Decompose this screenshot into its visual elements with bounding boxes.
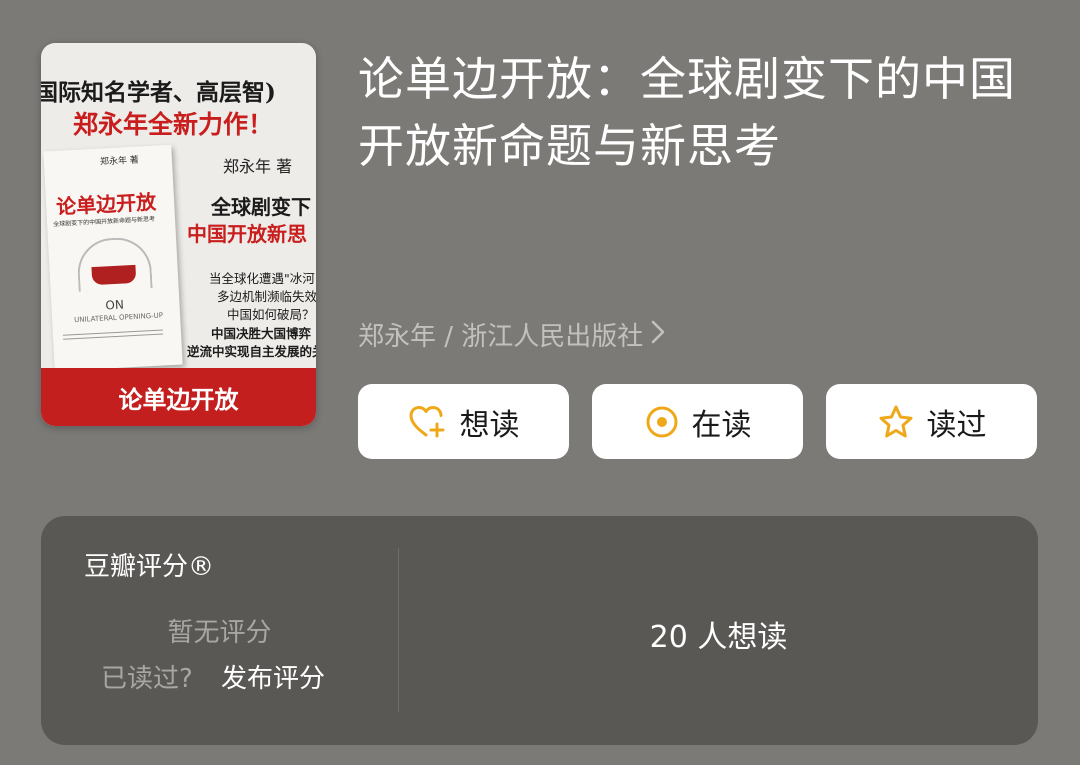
author-publisher: 郑永年 / 浙江人民出版社 bbox=[358, 322, 644, 352]
have-read-label: 读过 bbox=[926, 407, 987, 443]
read-question: 已读过? bbox=[101, 664, 193, 694]
want-to-read-button[interactable]: 想读 bbox=[358, 384, 569, 459]
cover-headline: 国际知名学者、高层智) bbox=[41, 79, 276, 106]
cover-subtitle-1: 全球剧变下 bbox=[211, 195, 311, 219]
cover-quote-1: 当全球化遭遇"冰河 bbox=[209, 271, 315, 286]
cover-band-title: 论单边开放 bbox=[41, 368, 316, 426]
no-rating-text: 暂无评分 bbox=[167, 618, 272, 648]
cover-quote-2: 多边机制濒临失效 bbox=[217, 289, 316, 304]
cover-quote-4: 中国决胜大国博弈 bbox=[211, 326, 312, 341]
ship-illustration bbox=[91, 264, 137, 286]
cover-author: 郑永年 著 bbox=[223, 157, 293, 176]
author-publisher-link[interactable]: 郑永年 / 浙江人民出版社 bbox=[358, 316, 665, 353]
heart-plus-icon bbox=[409, 405, 444, 437]
cover-quote-5: 逆流中实现自主发展的关 bbox=[187, 344, 316, 359]
mini-author: 郑永年 著 bbox=[99, 155, 140, 168]
cover-book-illustration: 郑永年 著 论单边开放 全球剧变下的中国开放新命题与新思考 ON UNILATE… bbox=[43, 144, 183, 372]
mini-on: ON bbox=[105, 297, 125, 313]
chevron-right-icon bbox=[651, 320, 665, 350]
star-outline-icon bbox=[879, 405, 912, 437]
reading-button[interactable]: 在读 bbox=[592, 384, 803, 459]
douban-rating-label: 豆瓣评分® bbox=[84, 552, 215, 582]
mini-divider bbox=[62, 329, 164, 340]
cover-quote-3: 中国如何破局？ bbox=[227, 307, 315, 322]
want-count: 20 人想读 bbox=[649, 620, 788, 655]
publish-rating-link[interactable]: 发布评分 bbox=[221, 658, 325, 695]
reading-label: 在读 bbox=[691, 407, 752, 443]
have-read-button[interactable]: 读过 bbox=[826, 384, 1037, 459]
mini-on-subtitle: UNILATERAL OPENING-UP bbox=[73, 311, 164, 325]
target-circle-icon bbox=[646, 406, 677, 437]
cover-tagline: 郑永年全新力作！ bbox=[73, 110, 274, 139]
book-title: 论单边开放：全球剧变下的中国开放新命题与新思考 bbox=[358, 52, 1016, 173]
book-cover[interactable]: 国际知名学者、高层智) 郑永年全新力作！ 郑永年 著 全球剧变下 中国开放新思 … bbox=[41, 43, 316, 426]
cover-subtitle-2: 中国开放新思 bbox=[187, 222, 307, 246]
rating-panel: 豆瓣评分® 暂无评分 已读过? 发布评分 20 人想读 bbox=[41, 516, 1038, 745]
want-to-read-label: 想读 bbox=[459, 407, 520, 443]
